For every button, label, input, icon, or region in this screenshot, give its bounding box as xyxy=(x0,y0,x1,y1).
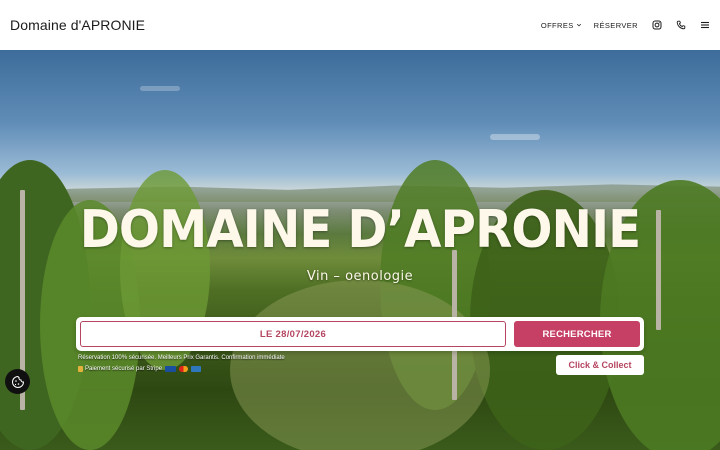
vine-foliage xyxy=(230,280,490,450)
menu-icon[interactable] xyxy=(700,20,710,30)
booking-bar: LE 28/07/2026 RECHERCHER xyxy=(76,317,644,351)
nav-reserve[interactable]: RÉSERVER xyxy=(594,21,638,30)
visa-card-icon xyxy=(165,366,177,372)
hero-section: DOMAINE D’APRONIE Vin – oenologie xyxy=(0,50,720,450)
mastercard-icon xyxy=(179,366,189,372)
brand-name[interactable]: Domaine d'APRONIE xyxy=(10,17,145,33)
cookie-settings-button[interactable] xyxy=(5,369,30,394)
main-nav: OFFRES RÉSERVER xyxy=(529,20,710,30)
hero-hills xyxy=(0,184,720,202)
payment-info: Paiement sécurisé par Stripe xyxy=(78,366,202,372)
instagram-icon[interactable] xyxy=(652,20,662,30)
hero-cloud xyxy=(140,86,180,91)
lock-icon xyxy=(78,366,83,372)
click-collect-button[interactable]: Click & Collect xyxy=(556,355,644,375)
phone-icon[interactable] xyxy=(676,20,686,30)
nav-offers-label: OFFRES xyxy=(540,20,574,30)
date-field[interactable]: LE 28/07/2026 xyxy=(80,321,506,347)
search-button[interactable]: RECHERCHER xyxy=(514,321,640,347)
hero-subtitle: Vin – oenologie xyxy=(306,269,414,284)
cookie-icon xyxy=(11,375,24,388)
secure-booking-text: Réservation 100% sécurisée. Meilleurs Pr… xyxy=(78,355,285,361)
payment-text: Paiement sécurisé par Stripe xyxy=(85,366,163,372)
nav-offers[interactable]: OFFRES xyxy=(541,21,582,30)
hero-cloud xyxy=(490,134,540,140)
chevron-down-icon xyxy=(576,23,581,27)
hero-title: DOMAINE D’APRONIE xyxy=(79,200,642,260)
amex-card-icon xyxy=(191,366,202,372)
site-header: Domaine d'APRONIE OFFRES RÉSERVER xyxy=(0,0,720,50)
